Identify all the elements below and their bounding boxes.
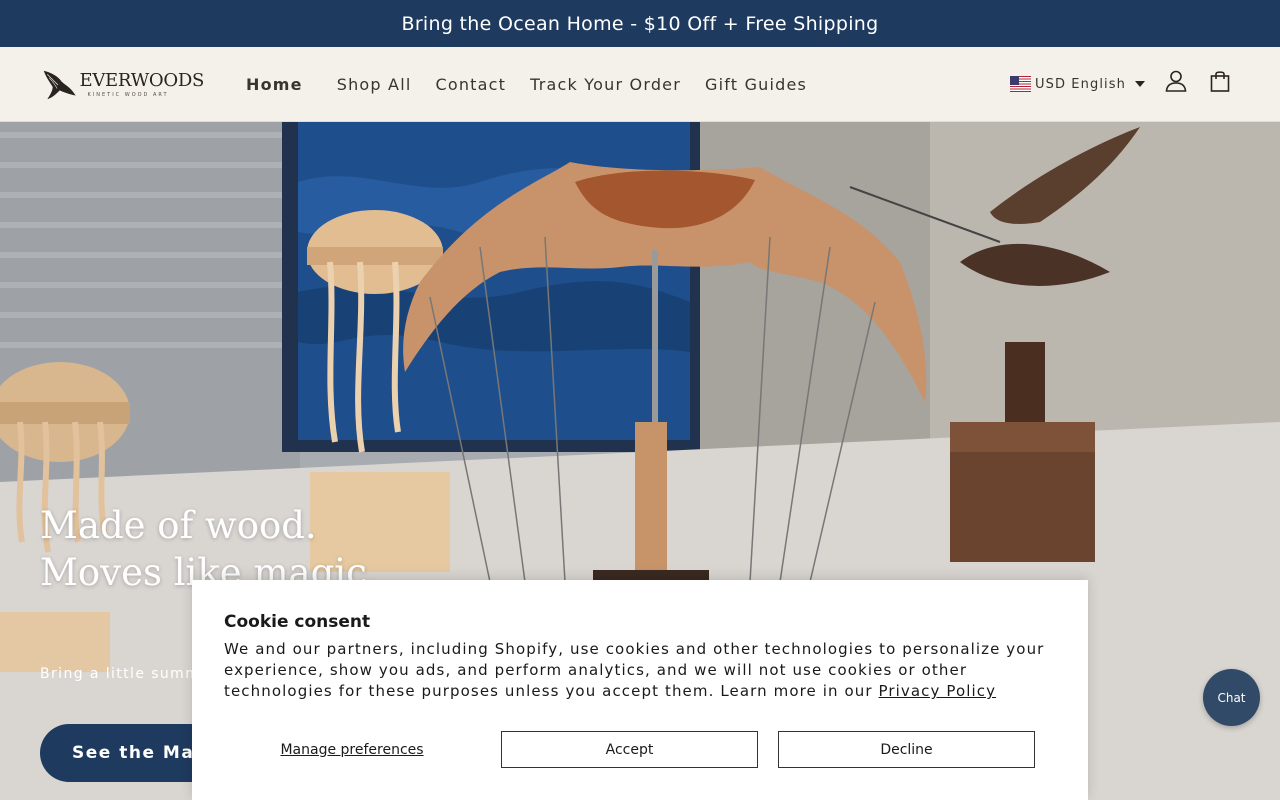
- account-icon: [1165, 70, 1187, 92]
- manage-preferences-link[interactable]: Manage preferences: [224, 742, 480, 758]
- us-flag-icon: [1010, 76, 1031, 92]
- main-nav: Home Shop All Contact Track Your Order G…: [246, 47, 831, 122]
- chevron-down-icon: [1134, 81, 1145, 87]
- announcement-text: Bring the Ocean Home - $10 Off + Free Sh…: [401, 12, 879, 35]
- chat-button[interactable]: Chat: [1203, 669, 1260, 726]
- decline-button-label: Decline: [880, 741, 933, 758]
- cookie-body: We and our partners, including Shopify, …: [224, 639, 1056, 702]
- hero-title-line1: Made of wood.: [40, 504, 317, 547]
- cookie-actions: Manage preferences Accept Decline: [224, 731, 1036, 768]
- accept-button[interactable]: Accept: [501, 731, 758, 768]
- nav-shop-all[interactable]: Shop All: [337, 75, 412, 94]
- cart-icon: [1210, 71, 1230, 92]
- logo-tagline: KINETIC WOOD ART: [87, 92, 169, 98]
- nav-home[interactable]: Home: [246, 75, 303, 94]
- logo-name: EVERWOODS: [79, 70, 204, 91]
- privacy-policy-link[interactable]: Privacy Policy: [879, 682, 997, 700]
- nav-contact[interactable]: Contact: [435, 75, 506, 94]
- cookie-consent-banner: Cookie consent We and our partners, incl…: [192, 580, 1088, 800]
- account-button[interactable]: [1162, 67, 1190, 95]
- manta-logo-icon: [43, 70, 76, 100]
- logo[interactable]: EVERWOODS KINETIC WOOD ART: [42, 65, 204, 105]
- cart-button[interactable]: [1206, 67, 1234, 95]
- nav-track-order[interactable]: Track Your Order: [530, 75, 681, 94]
- locale-selector[interactable]: USD English: [1010, 74, 1145, 94]
- site-header: EVERWOODS KINETIC WOOD ART Home Shop All…: [0, 47, 1280, 122]
- accept-button-label: Accept: [605, 741, 654, 758]
- cookie-title: Cookie consent: [224, 612, 371, 632]
- decline-button[interactable]: Decline: [778, 731, 1035, 768]
- nav-gift-guides[interactable]: Gift Guides: [705, 75, 807, 94]
- hero-subtitle: Bring a little summe: [40, 666, 211, 682]
- chat-button-label: Chat: [1217, 690, 1246, 705]
- announcement-bar: Bring the Ocean Home - $10 Off + Free Sh…: [0, 0, 1280, 47]
- locale-label: USD English: [1035, 76, 1126, 92]
